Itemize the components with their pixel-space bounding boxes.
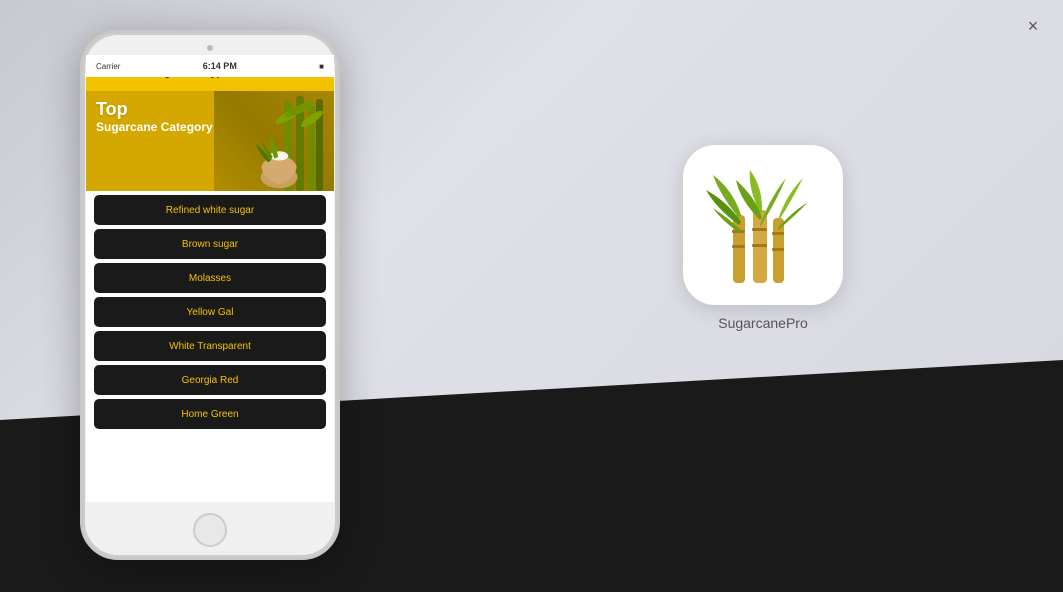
list-item-refined-white-sugar[interactable]: Refined white sugar (94, 195, 326, 225)
status-bar: Carrier 6:14 PM ■ (86, 55, 334, 77)
app-icon-sugarcane-svg (698, 160, 828, 290)
status-time: 6:14 PM (203, 61, 237, 71)
sugar-bag-svg (252, 131, 307, 191)
phone-home-button[interactable] (193, 513, 227, 547)
app-icon-label: SugarcanePro (718, 315, 808, 331)
app-icon-box (683, 145, 843, 305)
list-item-white-transparent[interactable]: White Transparent (94, 331, 326, 361)
phone-camera (207, 45, 213, 51)
phone-mockup: Carrier 6:14 PM ■ ‹ Welcome Sugarcane Ty… (80, 30, 340, 560)
phone-frame: Carrier 6:14 PM ■ ‹ Welcome Sugarcane Ty… (80, 30, 340, 560)
list-item-home-green[interactable]: Home Green (94, 399, 326, 429)
phone-screen: Carrier 6:14 PM ■ ‹ Welcome Sugarcane Ty… (86, 55, 334, 502)
battery-icon: ■ (319, 62, 324, 71)
list-item-yellow-gal[interactable]: Yellow Gal (94, 297, 326, 327)
close-button[interactable]: × (1023, 16, 1043, 36)
carrier-text: Carrier (96, 62, 120, 71)
app-icon-wrapper: SugarcanePro (683, 145, 843, 331)
list-item-georgia-red[interactable]: Georgia Red (94, 365, 326, 395)
app-header: Top Sugarcane Category (86, 91, 334, 191)
category-list: Refined white sugar Brown sugar Molasses… (86, 191, 334, 433)
sugar-bag-image (244, 111, 314, 191)
list-item-brown-sugar[interactable]: Brown sugar (94, 229, 326, 259)
list-item-molasses[interactable]: Molasses (94, 263, 326, 293)
